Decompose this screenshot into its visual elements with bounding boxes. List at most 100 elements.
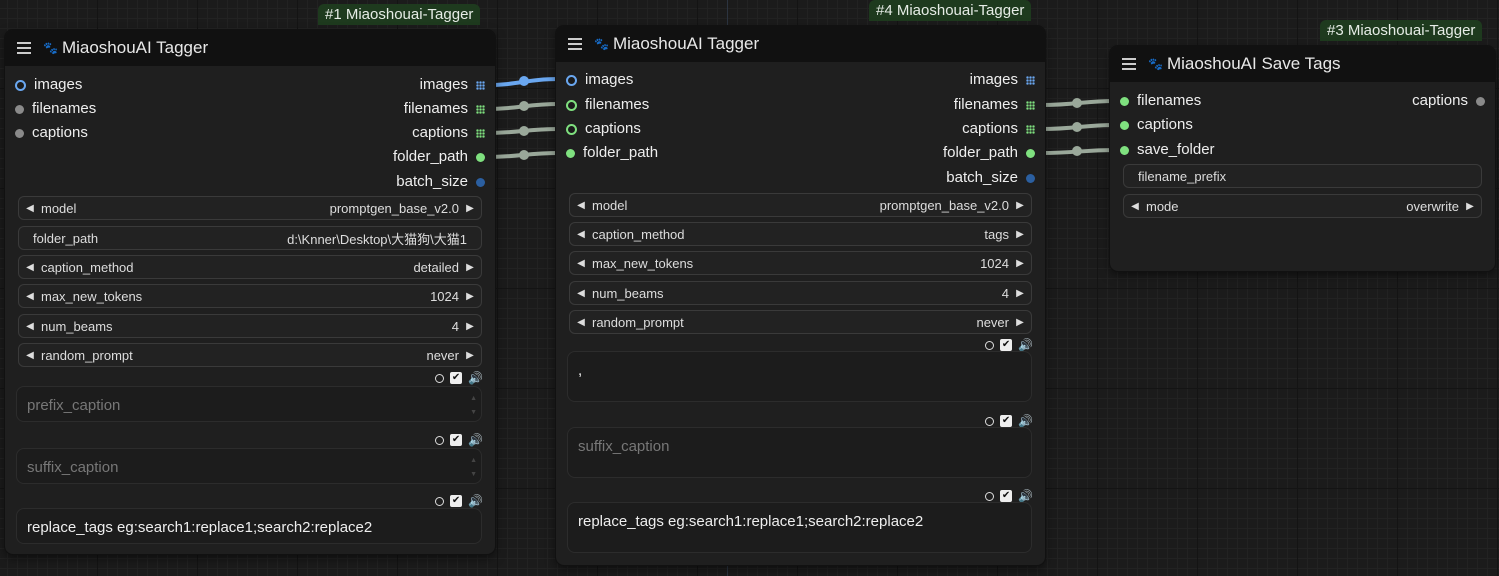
arrow-right-icon[interactable]: ▶ [1009, 200, 1031, 211]
menu-icon[interactable] [568, 38, 582, 50]
output-folder-path[interactable]: folder_path [393, 148, 485, 166]
slot-dot[interactable] [566, 148, 575, 158]
slot-dot[interactable] [1476, 96, 1485, 106]
grid-icon[interactable] [1026, 100, 1035, 110]
input-captions[interactable]: captions [566, 120, 641, 138]
grid-icon[interactable] [476, 128, 485, 138]
output-captions[interactable]: captions [962, 120, 1035, 138]
output-filenames[interactable]: filenames [954, 96, 1035, 114]
arrow-left-icon[interactable]: ◀ [570, 258, 592, 269]
arrow-left-icon[interactable]: ◀ [19, 350, 41, 361]
arrow-right-icon[interactable]: ▶ [1009, 229, 1031, 240]
scrollbar-arrows[interactable]: ▲ ▼ [470, 395, 477, 416]
replace-tags-textarea[interactable]: replace_tags eg:search1:replace1;search2… [567, 502, 1032, 553]
checkbox-icon[interactable]: ✔ [1000, 490, 1013, 502]
model-combo[interactable]: ◀ model promptgen_base_v2.0 ▶ [18, 196, 482, 220]
output-batch-size[interactable]: batch_size [396, 173, 485, 191]
slot-dot[interactable] [1120, 96, 1129, 106]
arrow-left-icon[interactable]: ◀ [570, 200, 592, 211]
slot-dot[interactable] [566, 74, 577, 86]
node-3[interactable]: 🐾 MiaoshouAI Save Tags filenames caption… [1110, 46, 1495, 271]
circle-icon[interactable] [985, 491, 995, 501]
circle-icon[interactable] [985, 416, 995, 426]
checkbox-icon[interactable]: ✔ [450, 372, 463, 384]
suffix-caption-textarea[interactable]: suffix_caption [567, 427, 1032, 478]
mode-combo[interactable]: ◀ mode overwrite ▶ [1123, 194, 1482, 218]
max-new-tokens-stepper[interactable]: ◀ max_new_tokens 1024 ▶ [569, 251, 1032, 275]
input-images[interactable]: images [566, 71, 633, 89]
speaker-icon[interactable]: 🔊 [468, 433, 483, 447]
prefix-caption-textarea[interactable]: , [567, 351, 1032, 402]
arrow-right-icon[interactable]: ▶ [459, 291, 481, 302]
input-captions[interactable]: captions [1120, 116, 1193, 134]
node-1[interactable]: 🐾 MiaoshouAI Tagger images filenames cap… [5, 30, 495, 554]
node-1-header[interactable]: 🐾 MiaoshouAI Tagger [5, 30, 495, 66]
circle-icon[interactable] [985, 340, 995, 350]
speaker-icon[interactable]: 🔊 [468, 371, 483, 385]
grid-icon[interactable] [476, 80, 485, 90]
checkbox-icon[interactable]: ✔ [450, 434, 463, 446]
arrow-left-icon[interactable]: ◀ [570, 229, 592, 240]
slot-dot[interactable] [476, 152, 485, 162]
input-images[interactable]: images [15, 76, 82, 94]
slot-dot[interactable] [1120, 145, 1129, 155]
speaker-icon[interactable]: 🔊 [468, 494, 483, 508]
slot-dot[interactable] [566, 99, 577, 111]
random-prompt-combo[interactable]: ◀ random_prompt never ▶ [18, 343, 482, 367]
slot-dot[interactable] [1120, 120, 1129, 130]
slot-dot[interactable] [566, 123, 577, 135]
node-4-header[interactable]: 🐾 MiaoshouAI Tagger [556, 26, 1045, 62]
folder-path-field[interactable]: folder_path d:\Knner\Desktop\大猫狗\大猫1 [18, 226, 482, 250]
random-prompt-combo[interactable]: ◀ random_prompt never ▶ [569, 310, 1032, 334]
output-folder-path[interactable]: folder_path [943, 144, 1035, 162]
grid-icon[interactable] [1026, 75, 1035, 85]
arrow-left-icon[interactable]: ◀ [19, 321, 41, 332]
input-folder-path[interactable]: folder_path [566, 144, 658, 162]
slot-dot[interactable] [15, 128, 24, 138]
input-save-folder[interactable]: save_folder [1120, 141, 1215, 159]
model-combo[interactable]: ◀ model promptgen_base_v2.0 ▶ [569, 193, 1032, 217]
num-beams-stepper[interactable]: ◀ num_beams 4 ▶ [569, 281, 1032, 305]
grid-icon[interactable] [476, 104, 485, 114]
slot-dot[interactable] [1026, 148, 1035, 158]
node-4[interactable]: 🐾 MiaoshouAI Tagger images filenames cap… [556, 26, 1045, 565]
output-captions[interactable]: captions [1412, 92, 1485, 110]
output-images[interactable]: images [970, 71, 1035, 89]
input-filenames[interactable]: filenames [15, 100, 96, 118]
input-captions[interactable]: captions [15, 124, 88, 142]
grid-icon[interactable] [1026, 124, 1035, 134]
max-new-tokens-stepper[interactable]: ◀ max_new_tokens 1024 ▶ [18, 284, 482, 308]
circle-icon[interactable] [435, 435, 445, 445]
prefix-caption-textarea[interactable]: prefix_caption ▲ ▼ [16, 386, 482, 422]
arrow-right-icon[interactable]: ▶ [459, 321, 481, 332]
slot-dot[interactable] [1026, 173, 1035, 183]
checkbox-icon[interactable]: ✔ [1000, 339, 1013, 351]
scrollbar-arrows[interactable]: ▲ ▼ [470, 457, 477, 478]
arrow-right-icon[interactable]: ▶ [1009, 288, 1031, 299]
speaker-icon[interactable]: 🔊 [1018, 338, 1033, 352]
num-beams-stepper[interactable]: ◀ num_beams 4 ▶ [18, 314, 482, 338]
arrow-left-icon[interactable]: ◀ [19, 291, 41, 302]
input-filenames[interactable]: filenames [566, 96, 649, 114]
speaker-icon[interactable]: 🔊 [1018, 414, 1033, 428]
output-batch-size[interactable]: batch_size [946, 169, 1035, 187]
output-captions[interactable]: captions [412, 124, 485, 142]
checkbox-icon[interactable]: ✔ [1000, 415, 1013, 427]
input-filenames[interactable]: filenames [1120, 92, 1201, 110]
arrow-left-icon[interactable]: ◀ [19, 262, 41, 273]
filename-prefix-field[interactable]: filename_prefix [1123, 164, 1482, 188]
menu-icon[interactable] [1122, 58, 1136, 70]
arrow-right-icon[interactable]: ▶ [1009, 317, 1031, 328]
slot-dot[interactable] [476, 177, 485, 187]
circle-icon[interactable] [435, 496, 445, 506]
arrow-left-icon[interactable]: ◀ [570, 317, 592, 328]
caption-method-combo[interactable]: ◀ caption_method tags ▶ [569, 222, 1032, 246]
arrow-right-icon[interactable]: ▶ [1459, 201, 1481, 212]
arrow-left-icon[interactable]: ◀ [19, 203, 41, 214]
circle-icon[interactable] [435, 373, 445, 383]
checkbox-icon[interactable]: ✔ [450, 495, 463, 507]
arrow-right-icon[interactable]: ▶ [459, 262, 481, 273]
arrow-left-icon[interactable]: ◀ [1124, 201, 1146, 212]
suffix-caption-textarea[interactable]: suffix_caption ▲ ▼ [16, 448, 482, 484]
slot-dot[interactable] [15, 104, 24, 114]
